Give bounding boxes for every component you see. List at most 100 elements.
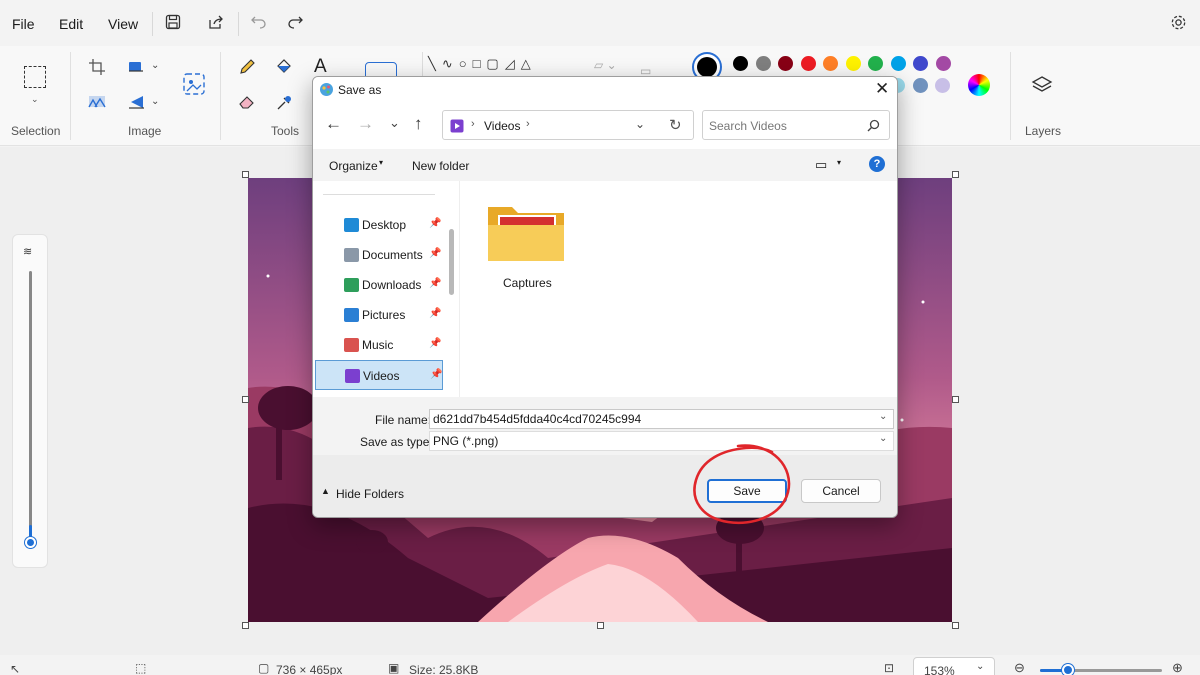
breadcrumb-separator-icon: › <box>526 118 530 130</box>
status-bar: ↖ ⬚ ▢ 736 × 465px ▣ Size: 25.8KB ⊡ 153% … <box>0 655 1200 675</box>
up-arrow-icon[interactable]: ↑ <box>414 114 423 134</box>
chevron-down-icon: ⌄ <box>879 411 888 422</box>
pencil-icon[interactable] <box>238 58 256 76</box>
color-swatch[interactable] <box>755 56 771 71</box>
color-picker-icon[interactable] <box>275 94 293 112</box>
pin-icon[interactable]: 📌 <box>429 338 441 349</box>
slider-thumb[interactable] <box>25 537 36 548</box>
chevron-down-icon[interactable]: ⌄ <box>31 94 39 105</box>
outline-icon[interactable]: ▱ ⌄ <box>594 58 628 76</box>
color-swatch[interactable] <box>935 78 950 93</box>
breadcrumb-videos[interactable]: Videos <box>484 119 520 133</box>
selection-tool-icon[interactable] <box>24 66 46 88</box>
cancel-button[interactable]: Cancel <box>801 479 881 503</box>
background-removal-icon[interactable] <box>88 94 106 110</box>
hide-folders-button[interactable]: Hide Folders <box>336 487 404 501</box>
pin-icon[interactable]: 📌 <box>429 248 441 259</box>
resize-icon[interactable] <box>127 58 147 76</box>
organize-button[interactable]: Organize <box>329 159 378 173</box>
address-bar[interactable]: › Videos › ⌄ ↻ <box>442 110 694 140</box>
menu-view[interactable]: View <box>108 16 138 32</box>
search-input[interactable]: Search Videos <box>709 119 787 133</box>
nav-item-label: Desktop <box>362 218 407 232</box>
color-swatch[interactable] <box>913 56 928 71</box>
color-swatch[interactable] <box>912 78 928 93</box>
undo-icon[interactable] <box>250 14 267 30</box>
color-swatch[interactable] <box>800 56 816 71</box>
view-dropdown-icon[interactable]: ▾ <box>837 158 841 167</box>
redo-icon[interactable] <box>287 14 304 30</box>
pin-icon[interactable]: 📌 <box>430 369 442 380</box>
shapes-gallery[interactable]: ╲∿○□▢◿△ <box>428 56 537 72</box>
resize-handle[interactable] <box>242 171 249 178</box>
file-name-field[interactable]: d621dd7b454d5fdda40c4cd70245c994 ⌄ <box>429 409 894 429</box>
edit-colors-icon[interactable] <box>968 74 990 96</box>
menu-file[interactable]: File <box>12 16 35 32</box>
settings-icon[interactable] <box>1170 14 1187 31</box>
nav-item-downloads[interactable]: Downloads 📌 <box>315 270 443 300</box>
chevron-down-icon[interactable]: ⌄ <box>151 60 159 71</box>
resize-handle[interactable] <box>242 622 249 629</box>
pin-icon[interactable]: 📌 <box>429 278 441 289</box>
layers-icon[interactable] <box>1031 74 1053 96</box>
zoom-out-icon[interactable]: ⊖ <box>1014 660 1025 675</box>
menu-edit[interactable]: Edit <box>59 16 83 32</box>
pin-icon[interactable]: 📌 <box>429 308 441 319</box>
resize-handle[interactable] <box>242 396 249 403</box>
primary-color-swatch <box>697 57 717 77</box>
save-type-select[interactable]: PNG (*.png) ⌄ <box>429 431 894 451</box>
color-swatch[interactable] <box>845 56 861 71</box>
eraser-icon[interactable] <box>238 94 256 110</box>
search-box[interactable]: Search Videos <box>702 110 890 140</box>
image-generator-icon[interactable] <box>182 72 206 96</box>
color-swatch[interactable] <box>823 56 838 71</box>
organize-dropdown-icon: ▾ <box>379 158 384 167</box>
close-icon[interactable]: ✕ <box>875 79 889 99</box>
folder-captures[interactable]: Captures <box>486 197 566 290</box>
brush-size-slider[interactable]: ≋ <box>12 234 48 568</box>
view-options-icon[interactable]: ▭ <box>815 157 827 173</box>
canvas-size-icon: ▢ <box>258 661 270 675</box>
resize-handle[interactable] <box>952 171 959 178</box>
forward-arrow-icon[interactable]: → <box>357 114 374 134</box>
color-swatch[interactable] <box>733 56 748 71</box>
folder-icon <box>488 207 564 261</box>
share-icon[interactable] <box>207 14 224 30</box>
color-swatch[interactable] <box>778 56 793 71</box>
new-folder-button[interactable]: New folder <box>412 159 469 173</box>
nav-scrollbar-thumb[interactable] <box>449 229 454 295</box>
chevron-down-icon[interactable]: ⌄ <box>151 96 159 107</box>
refresh-icon[interactable]: ↻ <box>669 116 682 134</box>
zoom-in-icon[interactable]: ⊕ <box>1172 660 1183 675</box>
nav-item-documents[interactable]: Documents 📌 <box>315 240 443 270</box>
fill-bucket-icon[interactable] <box>275 58 293 76</box>
crop-icon[interactable] <box>88 58 106 76</box>
save-icon[interactable] <box>165 14 181 30</box>
text-tool-icon[interactable]: A <box>314 56 327 78</box>
nav-item-music[interactable]: Music 📌 <box>315 330 443 360</box>
color-swatch[interactable] <box>935 56 951 71</box>
back-arrow-icon[interactable]: ← <box>325 114 342 134</box>
music-icon <box>344 338 359 352</box>
canvas-dimensions: 736 × 465px <box>276 663 343 675</box>
file-name-value: d621dd7b454d5fdda40c4cd70245c994 <box>433 412 642 426</box>
nav-item-pictures[interactable]: Pictures 📌 <box>315 300 443 330</box>
folder-name: Captures <box>503 276 552 290</box>
color-swatch[interactable] <box>890 56 906 71</box>
zoom-select[interactable]: 153% ⌄ <box>913 657 995 675</box>
rotate-icon[interactable] <box>127 94 147 110</box>
color-swatch[interactable] <box>868 56 883 71</box>
fit-to-window-icon[interactable]: ⊡ <box>884 661 894 675</box>
chevron-up-icon[interactable]: ▲ <box>321 486 330 496</box>
nav-item-videos[interactable]: Videos 📌 <box>315 360 443 390</box>
resize-handle[interactable] <box>597 622 604 629</box>
resize-handle[interactable] <box>952 622 959 629</box>
help-icon[interactable]: ? <box>869 156 885 172</box>
recent-locations-chevron-icon[interactable]: ⌄ <box>389 115 400 131</box>
address-dropdown-chevron-icon[interactable]: ⌄ <box>635 117 645 131</box>
zoom-slider-thumb[interactable] <box>1062 664 1074 675</box>
nav-item-desktop[interactable]: Desktop 📌 <box>315 210 443 240</box>
resize-handle[interactable] <box>952 396 959 403</box>
pin-icon[interactable]: 📌 <box>429 218 441 229</box>
search-icon[interactable] <box>867 119 880 132</box>
